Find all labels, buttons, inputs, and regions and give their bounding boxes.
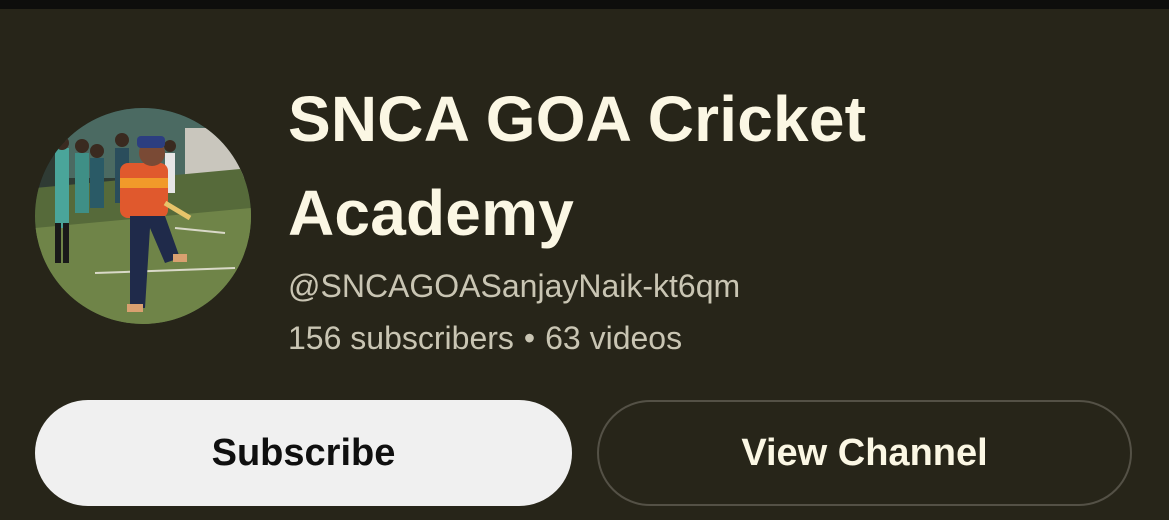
channel-title: SNCA GOA Cricket Academy xyxy=(288,83,867,249)
subscriber-count: 156 subscribers xyxy=(288,320,514,356)
view-channel-button[interactable]: View Channel xyxy=(597,400,1132,506)
channel-handle: @SNCAGOASanjayNaik-kt6qm xyxy=(288,268,741,304)
stats-separator: • xyxy=(523,320,536,356)
top-divider xyxy=(0,0,1169,9)
subscribe-button[interactable]: Subscribe xyxy=(35,400,572,506)
video-count: 63 videos xyxy=(545,320,683,356)
avatar-photo xyxy=(35,108,251,324)
channel-avatar[interactable] xyxy=(35,108,251,324)
channel-stats: 156 subscribers • 63 videos xyxy=(288,318,682,358)
